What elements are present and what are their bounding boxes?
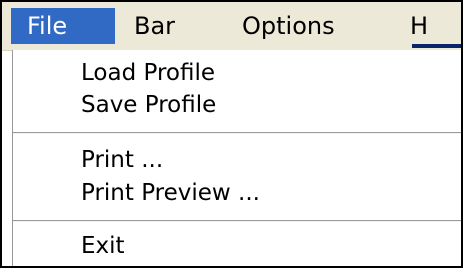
menu-item-print-preview[interactable]: Print Preview ...: [81, 178, 260, 208]
menu-help[interactable]: H: [410, 8, 461, 44]
menu-item-save-profile[interactable]: Save Profile: [81, 90, 216, 120]
menu-file[interactable]: File: [11, 8, 115, 44]
menu-bar: File Bar Options H: [2, 2, 461, 51]
file-dropdown-menu: Load Profile Save Profile Print ... Prin…: [12, 50, 461, 266]
menu-item-load-profile[interactable]: Load Profile: [81, 58, 215, 88]
menu-options[interactable]: Options: [242, 8, 392, 44]
application-window: File Bar Options H Load Profile Save Pro…: [0, 0, 463, 268]
menu-item-print[interactable]: Print ...: [81, 145, 163, 175]
menu-separator: [13, 220, 461, 222]
menu-item-exit[interactable]: Exit: [81, 231, 125, 261]
menu-bar-item[interactable]: Bar: [134, 8, 214, 44]
menu-help-underline: [412, 44, 461, 48]
menu-separator: [13, 132, 461, 134]
